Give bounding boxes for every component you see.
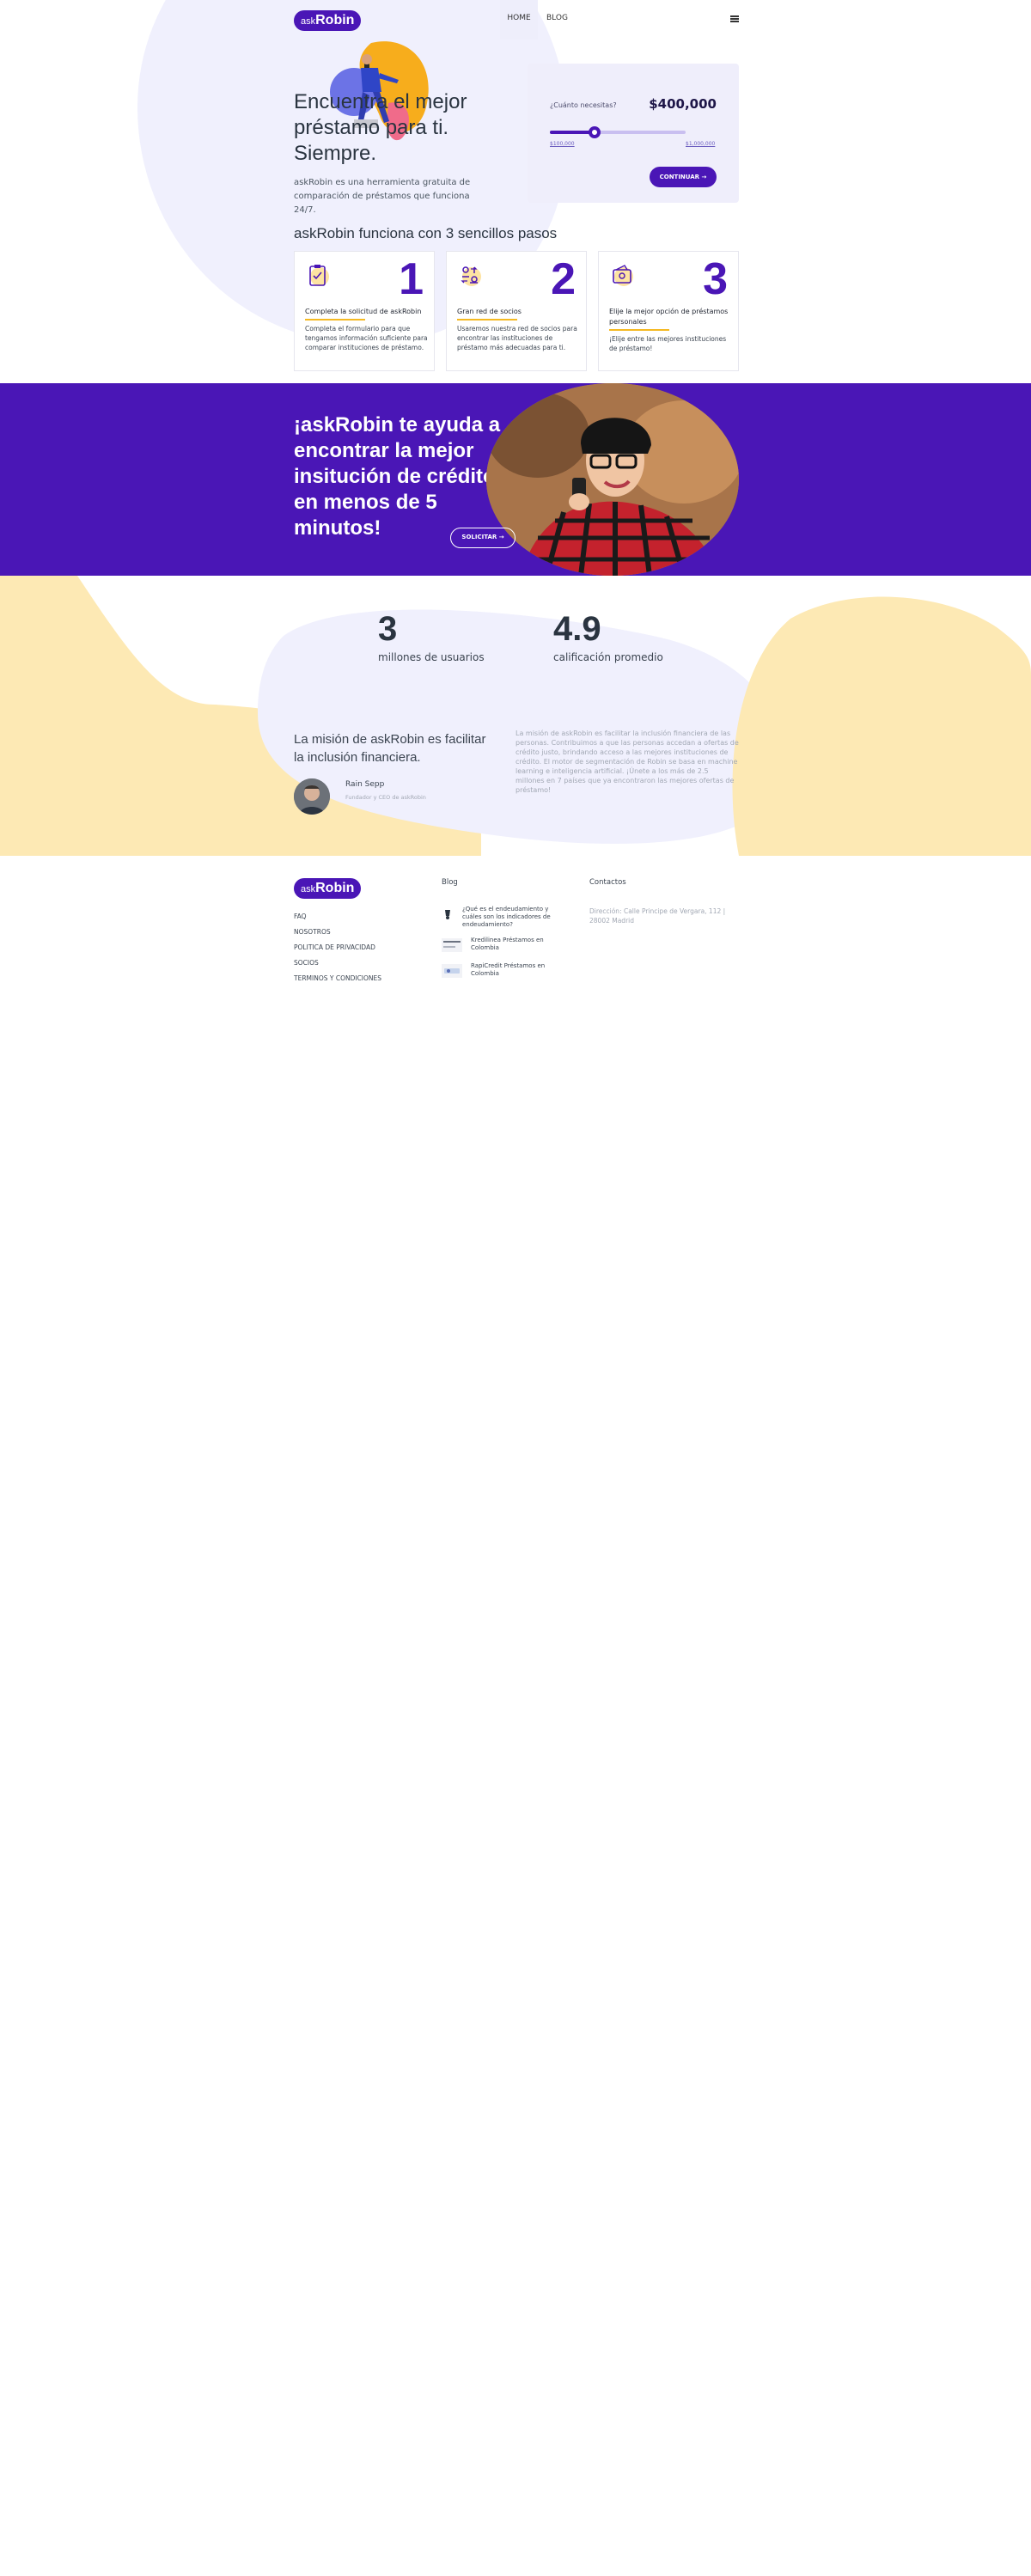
step-underline [457, 319, 517, 320]
logo-name: Robin [315, 881, 355, 895]
person-name: Rain Sepp [345, 780, 385, 789]
slider-thumb[interactable] [589, 126, 601, 138]
person-role: Fundador y CEO de askRobin [345, 794, 426, 801]
footer-contact-heading: Contactos [589, 878, 626, 887]
partners-icon [461, 266, 481, 286]
mission-text: La misión de askRobin es facilitar la in… [516, 729, 739, 794]
hero-title: Encuentra el mejor préstamo para ti. Sie… [294, 90, 467, 165]
request-button-label: SOLICITAR [461, 534, 497, 540]
blog-item[interactable]: RapiCredit Préstamos en Colombia [442, 962, 553, 983]
stat-users-label: millones de usuarios [378, 651, 485, 663]
stats-mission-section: 3 millones de usuarios 4.9 calificación … [0, 576, 1031, 856]
menu-icon[interactable] [730, 15, 739, 22]
blog-item[interactable]: Kredilinea Préstamos en Colombia [442, 937, 553, 957]
step-underline [609, 329, 669, 331]
footer-logo[interactable]: askRobin [294, 878, 362, 899]
clipboard-icon [309, 265, 329, 286]
request-button[interactable]: SOLICITAR → [450, 528, 516, 548]
stat-rating-label: calificación promedio [553, 651, 663, 663]
banner-title: ¡askRobin te ayuda a encontrar la mejor … [294, 413, 501, 540]
promo-banner: ¡askRobin te ayuda a encontrar la mejor … [0, 383, 1031, 576]
nav-blog[interactable]: BLOG [546, 0, 568, 36]
slider-min-label: $100,000 [550, 141, 575, 147]
footer-link-nosotros[interactable]: NOSOTROS [294, 925, 381, 940]
logo-prefix: ask [301, 884, 316, 894]
arrow-right-icon: → [498, 534, 504, 540]
footer-link-terms[interactable]: TERMINOS Y CONDICIONES [294, 971, 381, 986]
step-card-3: 3 Elije la mejor opción de préstamos per… [598, 251, 739, 371]
step-card-1: 1 Completa la solicitud de askRobin Comp… [294, 251, 435, 371]
slider-max-label: $1,000,000 [686, 141, 716, 147]
hero-subtitle: askRobin es una herramienta gratuita de … [294, 178, 471, 215]
logo-prefix: ask [301, 16, 316, 27]
calculator-amount: $400,000 [649, 96, 717, 112]
mission-title: La misión de askRobin es facilitar la in… [294, 732, 486, 765]
calculator-question: ¿Cuánto necesitas? [550, 101, 617, 109]
step-underline [305, 319, 365, 320]
blog-thumbnail [442, 907, 462, 921]
avatar [294, 778, 330, 815]
continue-button-label: CONTINUAR [659, 174, 700, 180]
blog-thumbnail [442, 964, 462, 978]
footer-link-socios[interactable]: SOCIOS [294, 955, 381, 971]
amount-slider[interactable] [550, 126, 686, 138]
step-title: Gran red de socios [457, 308, 522, 315]
header-logo[interactable]: askRobin [294, 10, 362, 31]
logo-name: Robin [315, 13, 355, 27]
loan-calculator-card: ¿Cuánto necesitas? $400,000 $100,000 $1,… [528, 64, 739, 203]
woman-with-phone-photo [486, 383, 739, 576]
blog-thumbnail [442, 938, 462, 952]
footer-link-faq[interactable]: FAQ [294, 909, 381, 925]
footer-blog-heading: Blog [442, 878, 458, 887]
step-number: 2 [551, 254, 576, 304]
blog-item-title: Kredilinea Préstamos en Colombia [471, 937, 544, 951]
blog-item[interactable]: ¿Qué es el endeudamiento y cuáles son lo… [442, 906, 553, 931]
decorative-background-shapes [0, 576, 1031, 856]
step-description: Usaremos nuestra red de socios para enco… [457, 325, 577, 351]
step-card-2: 2 Gran red de socios Usaremos nuestra re… [446, 251, 587, 371]
footer-links: FAQ NOSOTROS POLITICA DE PRIVACIDAD SOCI… [294, 909, 381, 986]
step-title: Completa la solicitud de askRobin [305, 308, 422, 315]
steps-title: askRobin funciona con 3 sencillos pasos [294, 225, 558, 241]
step-description: Completa el formulario para que tengamos… [305, 325, 428, 351]
arrow-right-icon: → [701, 174, 707, 180]
footer-link-privacy[interactable]: POLITICA DE PRIVACIDAD [294, 940, 381, 955]
step-title: Elije la mejor opción de préstamos perso… [609, 308, 729, 326]
continue-button[interactable]: CONTINUAR → [650, 167, 717, 187]
step-number: 3 [703, 254, 728, 304]
blog-item-title: RapiCredit Préstamos en Colombia [471, 962, 546, 977]
step-number: 1 [399, 254, 424, 304]
nav-home[interactable]: HOME [500, 0, 538, 40]
wallet-icon [613, 265, 633, 286]
stat-rating-value: 4.9 [553, 610, 601, 648]
contact-address: Dirección: Calle Principe de Vergara, 11… [589, 907, 726, 925]
blog-item-title: ¿Qué es el endeudamiento y cuáles son lo… [462, 906, 551, 928]
step-description: ¡Elije entre las mejores instituciones d… [609, 335, 727, 352]
stat-users-value: 3 [378, 610, 398, 648]
